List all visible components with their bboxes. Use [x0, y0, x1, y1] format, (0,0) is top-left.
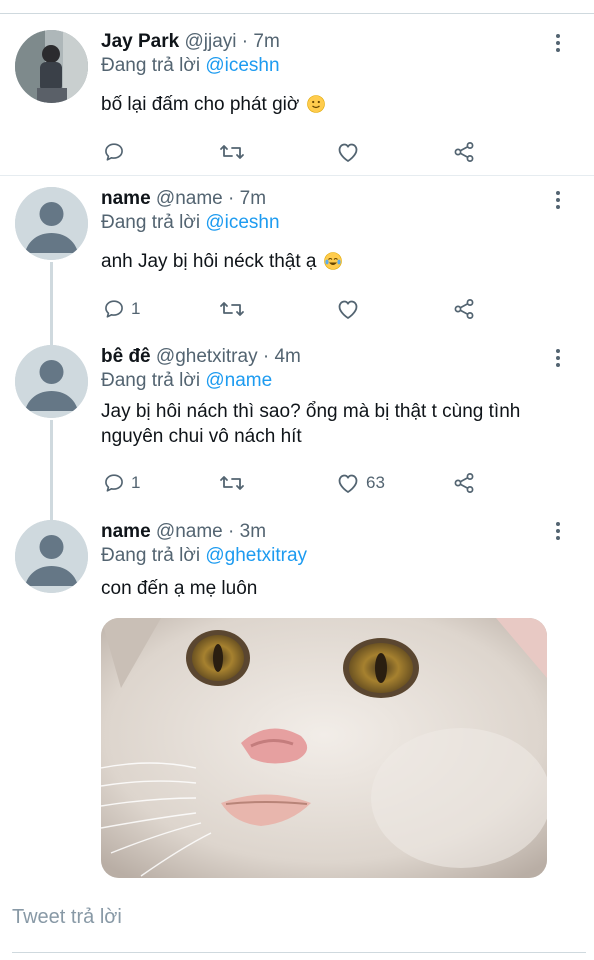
tweet-text-content: bố lại đấm cho phát giờ [101, 94, 300, 115]
reply-tweet-input[interactable]: Tweet trả lời [12, 906, 122, 929]
mention-link[interactable]: @iceshn [205, 55, 279, 76]
like-button[interactable] [336, 139, 360, 165]
retweet-icon [220, 145, 244, 159]
tweet-text: anh Jay bị hôi néck thật ạ [101, 249, 574, 274]
default-avatar-icon [15, 520, 88, 593]
display-name[interactable]: name [101, 188, 151, 209]
tweet-header: name @name · 3m [101, 520, 574, 544]
user-handle[interactable]: @name [156, 521, 223, 542]
reply-button[interactable]: 1 [103, 296, 140, 322]
default-avatar-icon [15, 345, 88, 418]
timestamp[interactable]: 7m [240, 188, 266, 209]
retweet-icon [220, 302, 244, 316]
avatar[interactable] [15, 520, 88, 593]
timestamp[interactable]: 3m [240, 521, 266, 542]
tweet-text: Jay bị hôi nách thì sao? ổng mà bị thật … [101, 399, 541, 449]
user-handle[interactable]: @jjayi [184, 31, 236, 52]
separator-dot: · [241, 31, 249, 52]
more-options-button[interactable] [554, 34, 562, 56]
separator-dot: · [228, 521, 235, 542]
default-avatar-icon [15, 187, 88, 260]
more-options-button[interactable] [554, 522, 562, 544]
separator-dot: · [228, 188, 235, 209]
replying-to-label: Đang trả lời [101, 55, 201, 76]
thread-line [50, 420, 53, 520]
retweet-button[interactable] [219, 296, 245, 322]
timestamp[interactable]: 7m [253, 31, 279, 52]
comment-bubble-icon [105, 474, 123, 492]
retweet-button[interactable] [219, 139, 245, 165]
mention-link[interactable]: @ghetxitray [205, 545, 307, 566]
share-button[interactable] [452, 470, 476, 496]
slightly-smiling-face-icon [306, 95, 325, 113]
like-button[interactable]: 63 [336, 470, 385, 496]
display-name[interactable]: bê đê [101, 346, 151, 367]
tweet-text-content: Jay bị hôi nách thì sao? ổng mà bị thật … [101, 401, 521, 447]
like-count: 63 [366, 473, 385, 492]
tweet-actions: 1 63 [101, 470, 494, 496]
avatar[interactable] [15, 345, 88, 418]
tweet-text-content: anh Jay bị hôi néck thật ạ [101, 251, 317, 272]
replying-to: Đang trả lời @name [101, 369, 574, 393]
replying-to: Đang trả lời @iceshn [101, 211, 574, 235]
heart-icon [338, 474, 358, 493]
avatar[interactable] [15, 30, 88, 103]
tweet-header: Jay Park @jjayi · 7m [101, 30, 574, 54]
tweet-text: bố lại đấm cho phát giờ [101, 92, 574, 117]
reply-button[interactable] [103, 139, 125, 165]
tweet-header: bê đê @ghetxitray · 4m [101, 345, 574, 369]
user-handle[interactable]: @ghetxitray [156, 346, 258, 367]
share-button[interactable] [452, 296, 476, 322]
like-button[interactable] [336, 296, 360, 322]
timestamp[interactable]: 4m [274, 346, 300, 367]
tweet-text: con đến ạ mẹ luôn [101, 576, 574, 601]
share-icon [454, 142, 474, 162]
more-options-button[interactable] [554, 349, 562, 371]
tweet-media-image[interactable] [101, 618, 547, 878]
replying-to: Đang trả lời @iceshn [101, 54, 574, 78]
comment-bubble-icon [105, 300, 123, 318]
retweet-icon [220, 476, 244, 490]
more-options-button[interactable] [554, 191, 562, 213]
share-icon [454, 473, 474, 493]
tweet-actions: 1 [101, 296, 494, 322]
cat-photo [101, 618, 547, 878]
reply-count: 1 [131, 473, 141, 492]
replying-to-label: Đang trả lời [101, 545, 201, 566]
separator-dot: · [262, 346, 270, 367]
share-button[interactable] [452, 139, 476, 165]
replying-to-label: Đang trả lời [101, 212, 201, 233]
avatar[interactable] [15, 187, 88, 260]
tweet-text-content: con đến ạ mẹ luôn [101, 578, 258, 599]
replying-to-label: Đang trả lời [101, 370, 201, 391]
reply-placeholder: Tweet trả lời [12, 906, 122, 928]
tweet[interactable]: Jay Park @jjayi · 7m Đang trả lời @icesh… [0, 0, 594, 175]
user-handle[interactable]: @name [156, 188, 223, 209]
share-icon [454, 299, 474, 319]
reply-button[interactable]: 1 [103, 470, 140, 496]
replying-to: Đang trả lời @ghetxitray [101, 544, 574, 568]
reply-count: 1 [131, 299, 141, 318]
reply-input-underline [12, 952, 586, 953]
mention-link[interactable]: @iceshn [205, 212, 279, 233]
profile-photo [15, 30, 88, 103]
comment-bubble-icon [105, 143, 123, 161]
face-with-tears-of-joy-icon [323, 252, 342, 270]
mention-link[interactable]: @name [205, 370, 272, 391]
display-name[interactable]: name [101, 521, 151, 542]
heart-icon [338, 300, 358, 319]
tweet-header: name @name · 7m [101, 187, 574, 211]
retweet-button[interactable] [219, 470, 245, 496]
tweet-actions [101, 139, 494, 165]
display-name[interactable]: Jay Park [101, 31, 179, 52]
heart-icon [338, 143, 358, 162]
